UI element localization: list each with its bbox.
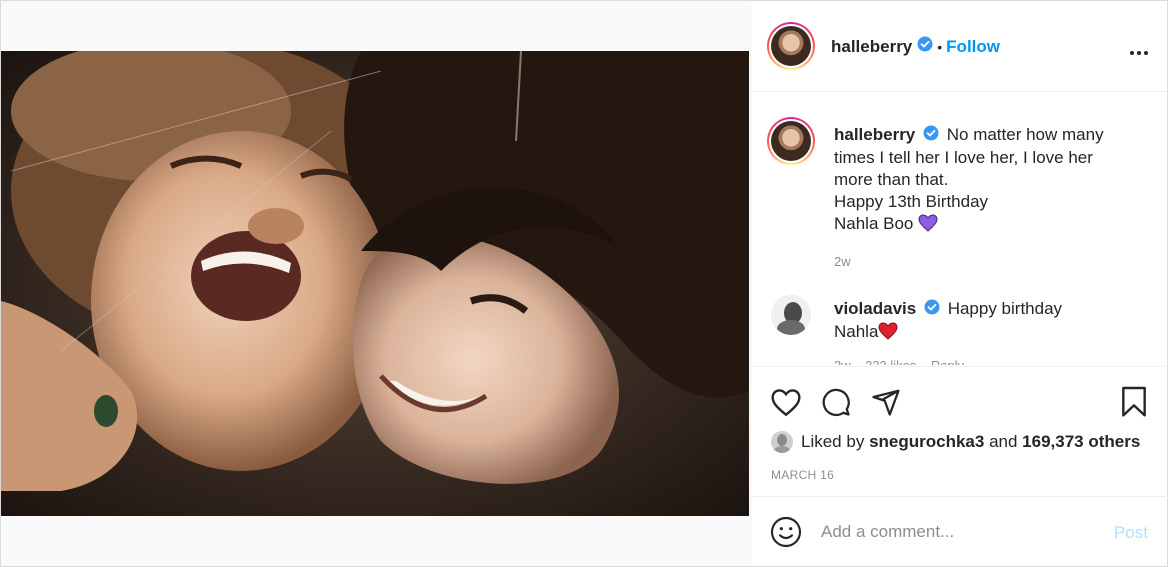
author-avatar[interactable] [767,22,815,70]
purple-heart-icon [918,214,938,233]
verified-badge-icon [917,36,933,57]
comments-section: halleberry No matter how many times I te… [751,93,1168,365]
share-send-icon[interactable] [870,387,902,422]
comment-bubble-icon[interactable] [820,387,852,422]
post-actions: Liked by snegurochka3 and 169,373 others… [751,366,1168,496]
liked-and: and [989,432,1018,451]
caption-age[interactable]: 2w [834,251,1154,273]
caption-text-line1: No matter how many [946,125,1104,144]
likes-summary: Liked by snegurochka3 and 169,373 others [771,431,1140,453]
liker-avatar[interactable] [771,431,793,453]
commenter-username[interactable]: violadavis [834,299,916,318]
add-comment-input[interactable] [821,517,1101,547]
verified-badge-icon [923,125,939,147]
photo-image [1,51,749,516]
liked-user-link[interactable]: snegurochka3 [869,432,984,452]
post-comment-button[interactable]: Post [1114,523,1148,543]
follow-button[interactable]: Follow [946,37,1000,57]
emoji-smiley-icon[interactable] [770,516,802,553]
save-bookmark-icon[interactable] [1120,386,1148,423]
post-sidebar: halleberry • Follow halleberry No matter… [750,1,1168,566]
more-options-icon[interactable] [1129,43,1149,61]
post-date[interactable]: MARCH 16 [771,468,834,482]
comment-text-line2: Nahla [834,321,879,341]
separator-dot: • [937,38,943,55]
red-heart-icon [878,322,898,341]
liked-others-link[interactable]: 169,373 others [1022,432,1140,452]
caption-avatar[interactable] [767,117,815,165]
add-comment-bar: Post [751,496,1168,566]
comment-text-line1: Happy birthday [947,299,1063,318]
post-card: halleberry • Follow halleberry No matter… [0,0,1168,567]
commenter-avatar[interactable] [771,295,811,335]
liked-prefix: Liked by [801,432,865,451]
post-photo[interactable] [1,51,749,516]
media-area [1,1,749,566]
comment-meta[interactable]: 2w 222 likes Reply [834,355,1124,365]
caption-text-line5: Nahla Boo [834,213,914,233]
caption-username[interactable]: halleberry [834,125,915,144]
like-heart-icon[interactable] [770,387,802,422]
post-header: halleberry • Follow [751,1,1168,92]
author-username[interactable]: halleberry [831,37,912,57]
verified-badge-icon [924,299,940,321]
caption-text-line4: Happy 13th Birthday [834,191,989,211]
caption-text-line3: more than that. [834,169,949,189]
caption-text-line2: times I tell her I love her, I love her [834,147,1093,167]
